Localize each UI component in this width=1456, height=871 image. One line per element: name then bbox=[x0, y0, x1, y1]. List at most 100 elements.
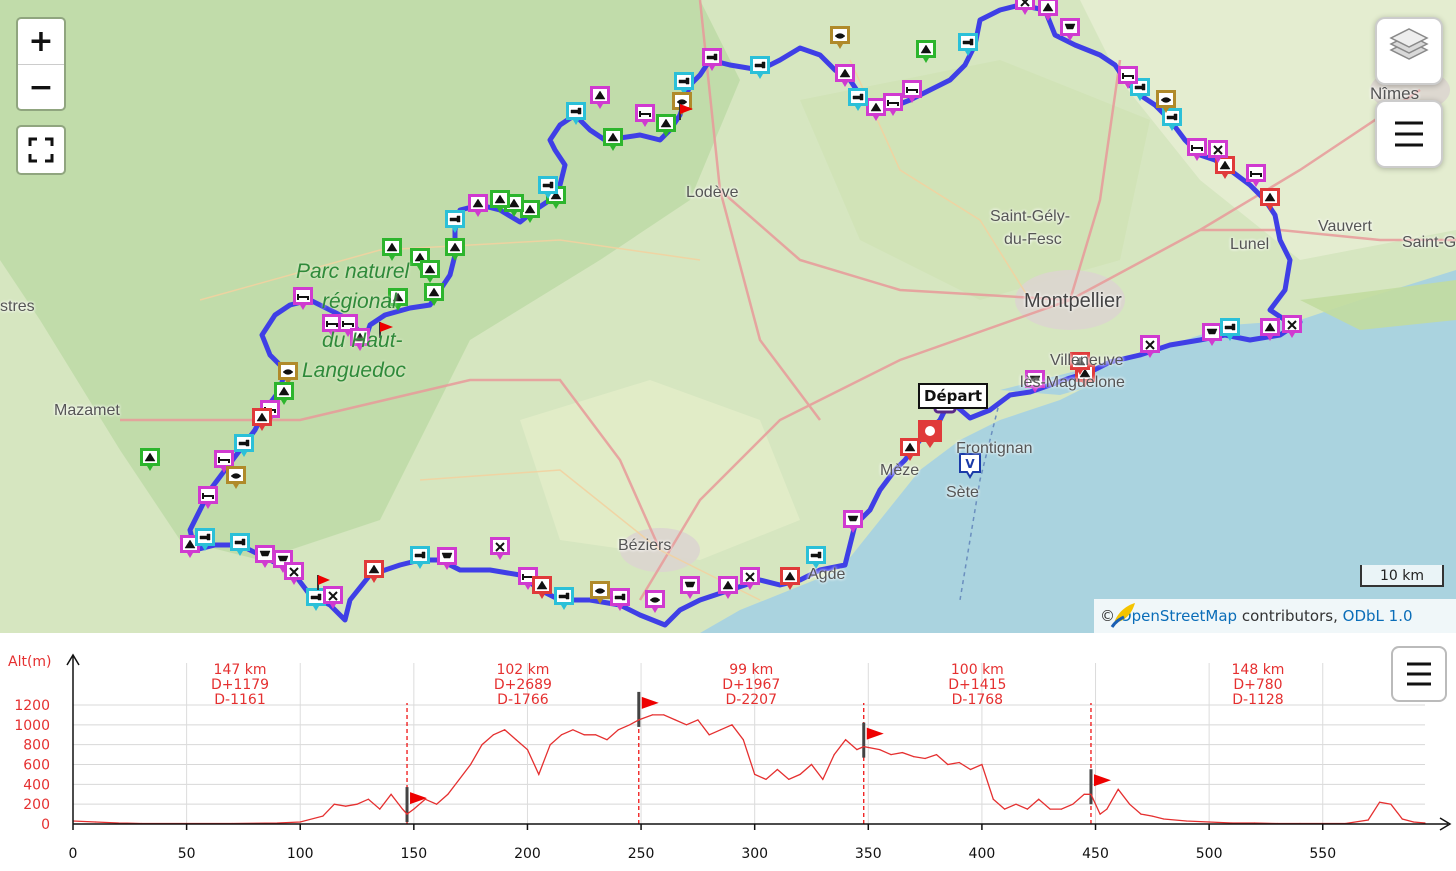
elevation-point bbox=[549, 744, 551, 746]
elevation-point bbox=[901, 752, 904, 754]
layers-icon bbox=[1389, 28, 1429, 60]
y-tick-label: 1000 bbox=[14, 718, 50, 734]
profile-menu-button[interactable] bbox=[1391, 646, 1447, 702]
zoom-control: + − bbox=[16, 17, 66, 111]
stage-stat-distance: 102 km bbox=[496, 662, 549, 678]
x-tick-label: 400 bbox=[969, 846, 996, 862]
elevation-point bbox=[504, 729, 506, 731]
elevation-point bbox=[856, 749, 858, 751]
elevation-point bbox=[822, 778, 824, 780]
elevation-point bbox=[458, 778, 460, 780]
elevation-chart[interactable]: 1200 1000 800 600 400 200 0 0 50 100 150 200 250 300 3… bbox=[0, 633, 1456, 867]
elevation-point bbox=[1208, 821, 1210, 823]
y-tick-label: 400 bbox=[23, 777, 50, 793]
stage-stat-gain: D+1415 bbox=[948, 677, 1006, 693]
elevation-point bbox=[947, 763, 949, 766]
start-label[interactable]: Départ bbox=[918, 383, 989, 409]
elevation-point bbox=[879, 749, 881, 751]
map-canvas[interactable]: P V bbox=[0, 0, 1456, 633]
elevation-point bbox=[1163, 818, 1165, 820]
elevation-line bbox=[72, 714, 1426, 825]
x-tick-label: 250 bbox=[628, 846, 655, 862]
y-tick-label: 800 bbox=[23, 738, 50, 754]
stage-flag bbox=[866, 727, 884, 740]
elevation-profile[interactable]: 1200 1000 800 600 400 200 0 0 50 100 150 200 250 300 3… bbox=[0, 633, 1456, 867]
elevation-point bbox=[345, 805, 347, 807]
elevation-point bbox=[356, 803, 358, 805]
place-label-frontignan: Frontignan bbox=[956, 440, 1033, 457]
place-label-lodeve: Lodève bbox=[686, 184, 739, 201]
x-tick-label: 150 bbox=[400, 846, 427, 862]
place-label-vauvert: Vauvert bbox=[1318, 218, 1372, 235]
elevation-point bbox=[663, 714, 665, 716]
place-label-agde: Agde bbox=[808, 566, 846, 583]
zoom-in-button[interactable]: + bbox=[18, 19, 64, 65]
x-tick-label: 450 bbox=[1082, 846, 1109, 862]
x-tick-label: 0 bbox=[69, 846, 78, 862]
elevation-point bbox=[765, 778, 767, 780]
license-link[interactable]: ODbL 1.0 bbox=[1343, 607, 1413, 625]
elevation-point bbox=[515, 739, 517, 741]
stage-stat-gain: D+1967 bbox=[722, 677, 780, 693]
stage-stat-loss: D-1768 bbox=[952, 692, 1003, 708]
elevation-point bbox=[583, 734, 585, 736]
elevation-point bbox=[617, 729, 619, 731]
place-label-montpellier: Montpellier bbox=[1024, 290, 1122, 312]
elevation-point bbox=[1151, 815, 1153, 817]
place-label-villeneuve-1: Villeneuve bbox=[1050, 352, 1124, 369]
fullscreen-button[interactable] bbox=[16, 125, 66, 175]
stage-stat-distance: 147 km bbox=[214, 662, 267, 678]
stage-stat-distance: 99 km bbox=[729, 662, 773, 678]
elevation-point bbox=[481, 744, 483, 746]
elevation-point bbox=[470, 763, 472, 766]
zoom-out-button[interactable]: − bbox=[18, 65, 64, 109]
elevation-point bbox=[1015, 803, 1017, 805]
elevation-point bbox=[1185, 820, 1187, 822]
stage-flag bbox=[410, 792, 428, 805]
elevation-point bbox=[969, 768, 972, 771]
map-menu-button[interactable] bbox=[1375, 100, 1443, 168]
stage-stat-gain: D+2689 bbox=[494, 677, 552, 693]
elevation-point bbox=[890, 754, 892, 756]
map-view[interactable]: P V Nîmes Lodève Saint-Gély- du-Fesc Lun… bbox=[0, 0, 1456, 633]
park-label-line-2: régional bbox=[322, 290, 397, 313]
elevation-point bbox=[992, 798, 994, 800]
svg-text:V: V bbox=[965, 457, 975, 471]
x-tick-label: 500 bbox=[1196, 846, 1223, 862]
layers-button[interactable] bbox=[1375, 17, 1443, 85]
elevation-point bbox=[333, 803, 335, 805]
elevation-point bbox=[833, 754, 835, 756]
elevation-point bbox=[1060, 808, 1062, 810]
elevation-point bbox=[492, 734, 494, 736]
place-label-beziers: Béziers bbox=[618, 537, 672, 554]
place-label-sete: Sète bbox=[946, 484, 979, 501]
place-label-villeneuve-2: lès-Maguelone bbox=[1020, 374, 1125, 391]
elevation-point bbox=[708, 734, 710, 736]
elevation-series bbox=[72, 714, 1426, 825]
x-tick-label: 200 bbox=[514, 846, 541, 862]
elevation-point bbox=[697, 719, 699, 721]
x-tick-label: 550 bbox=[1309, 846, 1336, 862]
x-tick-label: 100 bbox=[287, 846, 314, 862]
elevation-point bbox=[1129, 803, 1131, 805]
x-tick-label: 350 bbox=[855, 846, 882, 862]
y-axis-label: Alt(m) bbox=[8, 654, 52, 670]
hamburger-menu-icon bbox=[1407, 662, 1431, 686]
elevation-point bbox=[401, 808, 404, 810]
place-label-mazamet: Mazamet bbox=[54, 402, 120, 419]
fullscreen-icon bbox=[28, 137, 54, 163]
elevation-point bbox=[674, 719, 676, 721]
elevation-point bbox=[526, 749, 529, 751]
stage-stat-distance: 100 km bbox=[951, 662, 1004, 678]
elevation-point bbox=[1026, 808, 1028, 810]
elevation-point bbox=[742, 739, 744, 741]
elevation-point bbox=[981, 763, 983, 766]
leaflet-logo-icon bbox=[1110, 603, 1135, 628]
place-label-saint-g: Saint-G bbox=[1402, 234, 1456, 251]
x-tick-label: 50 bbox=[178, 846, 196, 862]
elevation-point bbox=[95, 821, 97, 823]
place-label-lunel: Lunel bbox=[1230, 236, 1270, 253]
elevation-point bbox=[299, 821, 301, 823]
elevation-point bbox=[1413, 821, 1415, 823]
elevation-point bbox=[1367, 819, 1369, 821]
